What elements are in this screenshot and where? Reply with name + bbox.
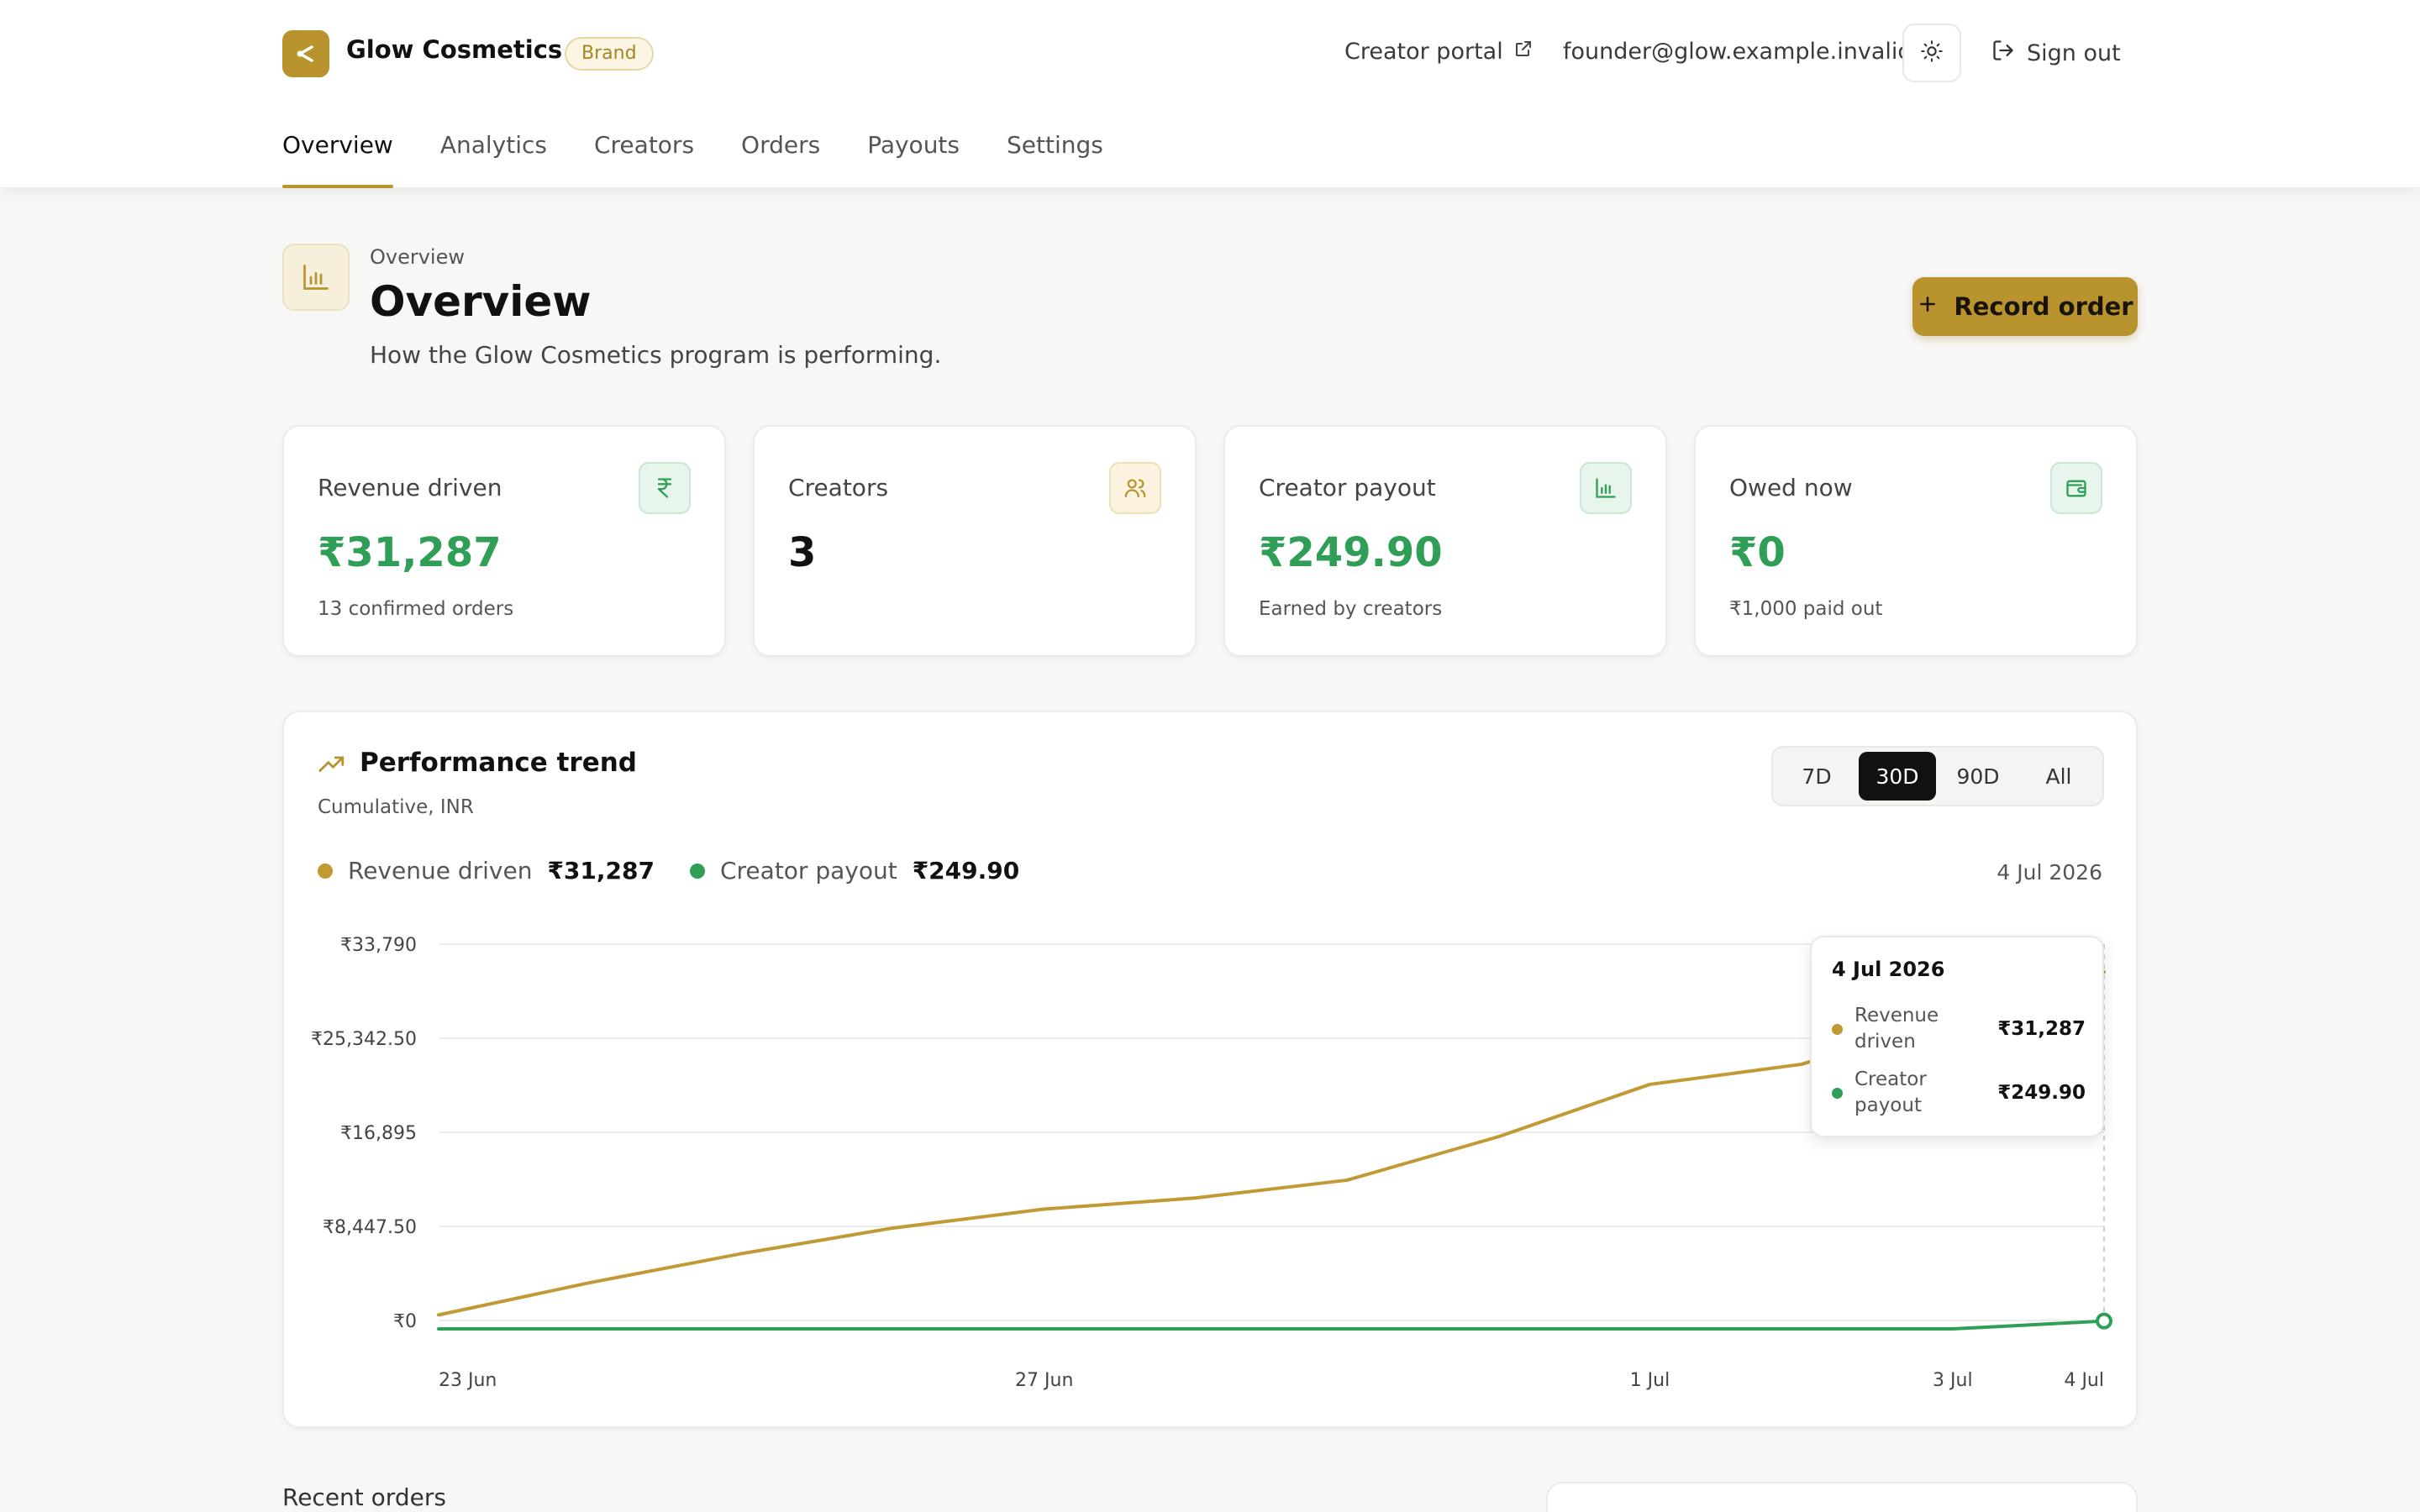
record-order-button[interactable]: Record order: [1912, 277, 2138, 336]
stat-value: 3: [788, 529, 817, 576]
stat-note: ₹1,000 paid out: [1729, 598, 1883, 620]
sign-out-button[interactable]: Sign out: [1991, 39, 2121, 68]
tooltip-value: ₹249.90: [1997, 1082, 2086, 1104]
tab-orders[interactable]: Orders: [741, 131, 820, 188]
stat-label: Revenue driven: [318, 474, 502, 501]
y-tick-label: ₹16,895: [340, 1123, 417, 1144]
tooltip-row-revenue: Revenue driven ₹31,287: [1832, 1003, 2086, 1055]
x-tick-label: 23 Jun: [439, 1370, 497, 1391]
sign-out-label: Sign out: [2027, 40, 2121, 66]
y-tick-label: ₹0: [393, 1311, 417, 1332]
stat-note: Earned by creators: [1259, 598, 1443, 620]
stat-note: 13 confirmed orders: [318, 598, 514, 620]
bar-chart-icon: [1580, 462, 1632, 514]
brand-role-badge: Brand: [565, 37, 654, 71]
series-line-payout: [437, 1319, 2106, 1331]
active-point-marker: [2096, 1312, 2112, 1330]
x-tick-label: 1 Jul: [1630, 1370, 1670, 1391]
y-tick-label: ₹8,447.50: [323, 1217, 417, 1238]
tooltip-name: Revenue driven: [1854, 1005, 1939, 1053]
rupee-icon: [639, 462, 691, 514]
stat-card-owed: Owed now ₹0 ₹1,000 paid out: [1694, 425, 2138, 657]
page-subtitle: How the Glow Cosmetics program is perfor…: [370, 341, 942, 369]
top-navigation-bar: Glow Cosmetics Brand Creator portal foun…: [0, 0, 2420, 188]
stat-label: Creator payout: [1259, 474, 1436, 501]
y-tick-label: ₹25,342.50: [311, 1029, 417, 1050]
stat-card-creators: Creators 3: [753, 425, 1197, 657]
wallet-icon: [2050, 462, 2102, 514]
tooltip-dot: [1832, 1023, 1843, 1035]
tab-overview[interactable]: Overview: [282, 131, 393, 188]
stat-card-payout: Creator payout ₹249.90 Earned by creator…: [1223, 425, 1667, 657]
x-tick-label: 4 Jul: [2064, 1370, 2104, 1391]
tab-creators[interactable]: Creators: [594, 131, 694, 188]
side-panel-card: [1546, 1482, 2138, 1512]
tooltip-row-payout: Creator payout ₹249.90: [1832, 1067, 2086, 1119]
user-email: founder@glow.example.invalid: [1563, 39, 1912, 65]
tab-payouts[interactable]: Payouts: [867, 131, 960, 188]
stat-label: Owed now: [1729, 474, 1853, 501]
plus-icon: [1917, 292, 1939, 321]
creator-portal-link[interactable]: Creator portal: [1344, 39, 1534, 65]
stat-value: ₹31,287: [318, 529, 502, 576]
x-tick-label: 27 Jun: [1015, 1370, 1073, 1391]
theme-toggle-button[interactable]: [1902, 24, 1961, 82]
stat-label: Creators: [788, 474, 889, 501]
recent-orders-heading: Recent orders: [282, 1483, 446, 1511]
record-order-label: Record order: [1954, 292, 2133, 321]
bar-chart-icon: [282, 244, 350, 311]
stat-value: ₹249.90: [1259, 529, 1443, 576]
performance-trend-card: Performance trend Cumulative, INR 7D 30D…: [282, 711, 2138, 1428]
log-out-icon: [1991, 39, 2015, 68]
tooltip-date: 4 Jul 2026: [1832, 958, 1945, 981]
sun-icon: [1920, 39, 1944, 66]
tooltip-name: Creator payout: [1854, 1068, 1927, 1116]
stat-card-revenue: Revenue driven ₹31,287 13 confirmed orde…: [282, 425, 726, 657]
x-tick-label: 3 Jul: [1933, 1370, 1973, 1391]
tooltip-value: ₹31,287: [1997, 1018, 2086, 1040]
users-icon: [1109, 462, 1161, 514]
tooltip-dot: [1832, 1087, 1843, 1099]
brand-name: Glow Cosmetics: [346, 35, 563, 64]
page-title: Overview: [370, 277, 592, 326]
chart-tooltip: 4 Jul 2026 Revenue driven ₹31,287 Creato…: [1810, 936, 2104, 1137]
tab-settings[interactable]: Settings: [1007, 131, 1103, 188]
main-tabs: Overview Analytics Creators Orders Payou…: [282, 131, 1103, 188]
stat-value: ₹0: [1729, 529, 1786, 576]
brand-logo-icon[interactable]: [282, 30, 329, 77]
breadcrumb[interactable]: Overview: [370, 245, 465, 269]
external-link-icon: [1513, 39, 1534, 65]
y-tick-label: ₹33,790: [340, 935, 417, 956]
tab-analytics[interactable]: Analytics: [440, 131, 547, 188]
creator-portal-label: Creator portal: [1344, 39, 1503, 65]
